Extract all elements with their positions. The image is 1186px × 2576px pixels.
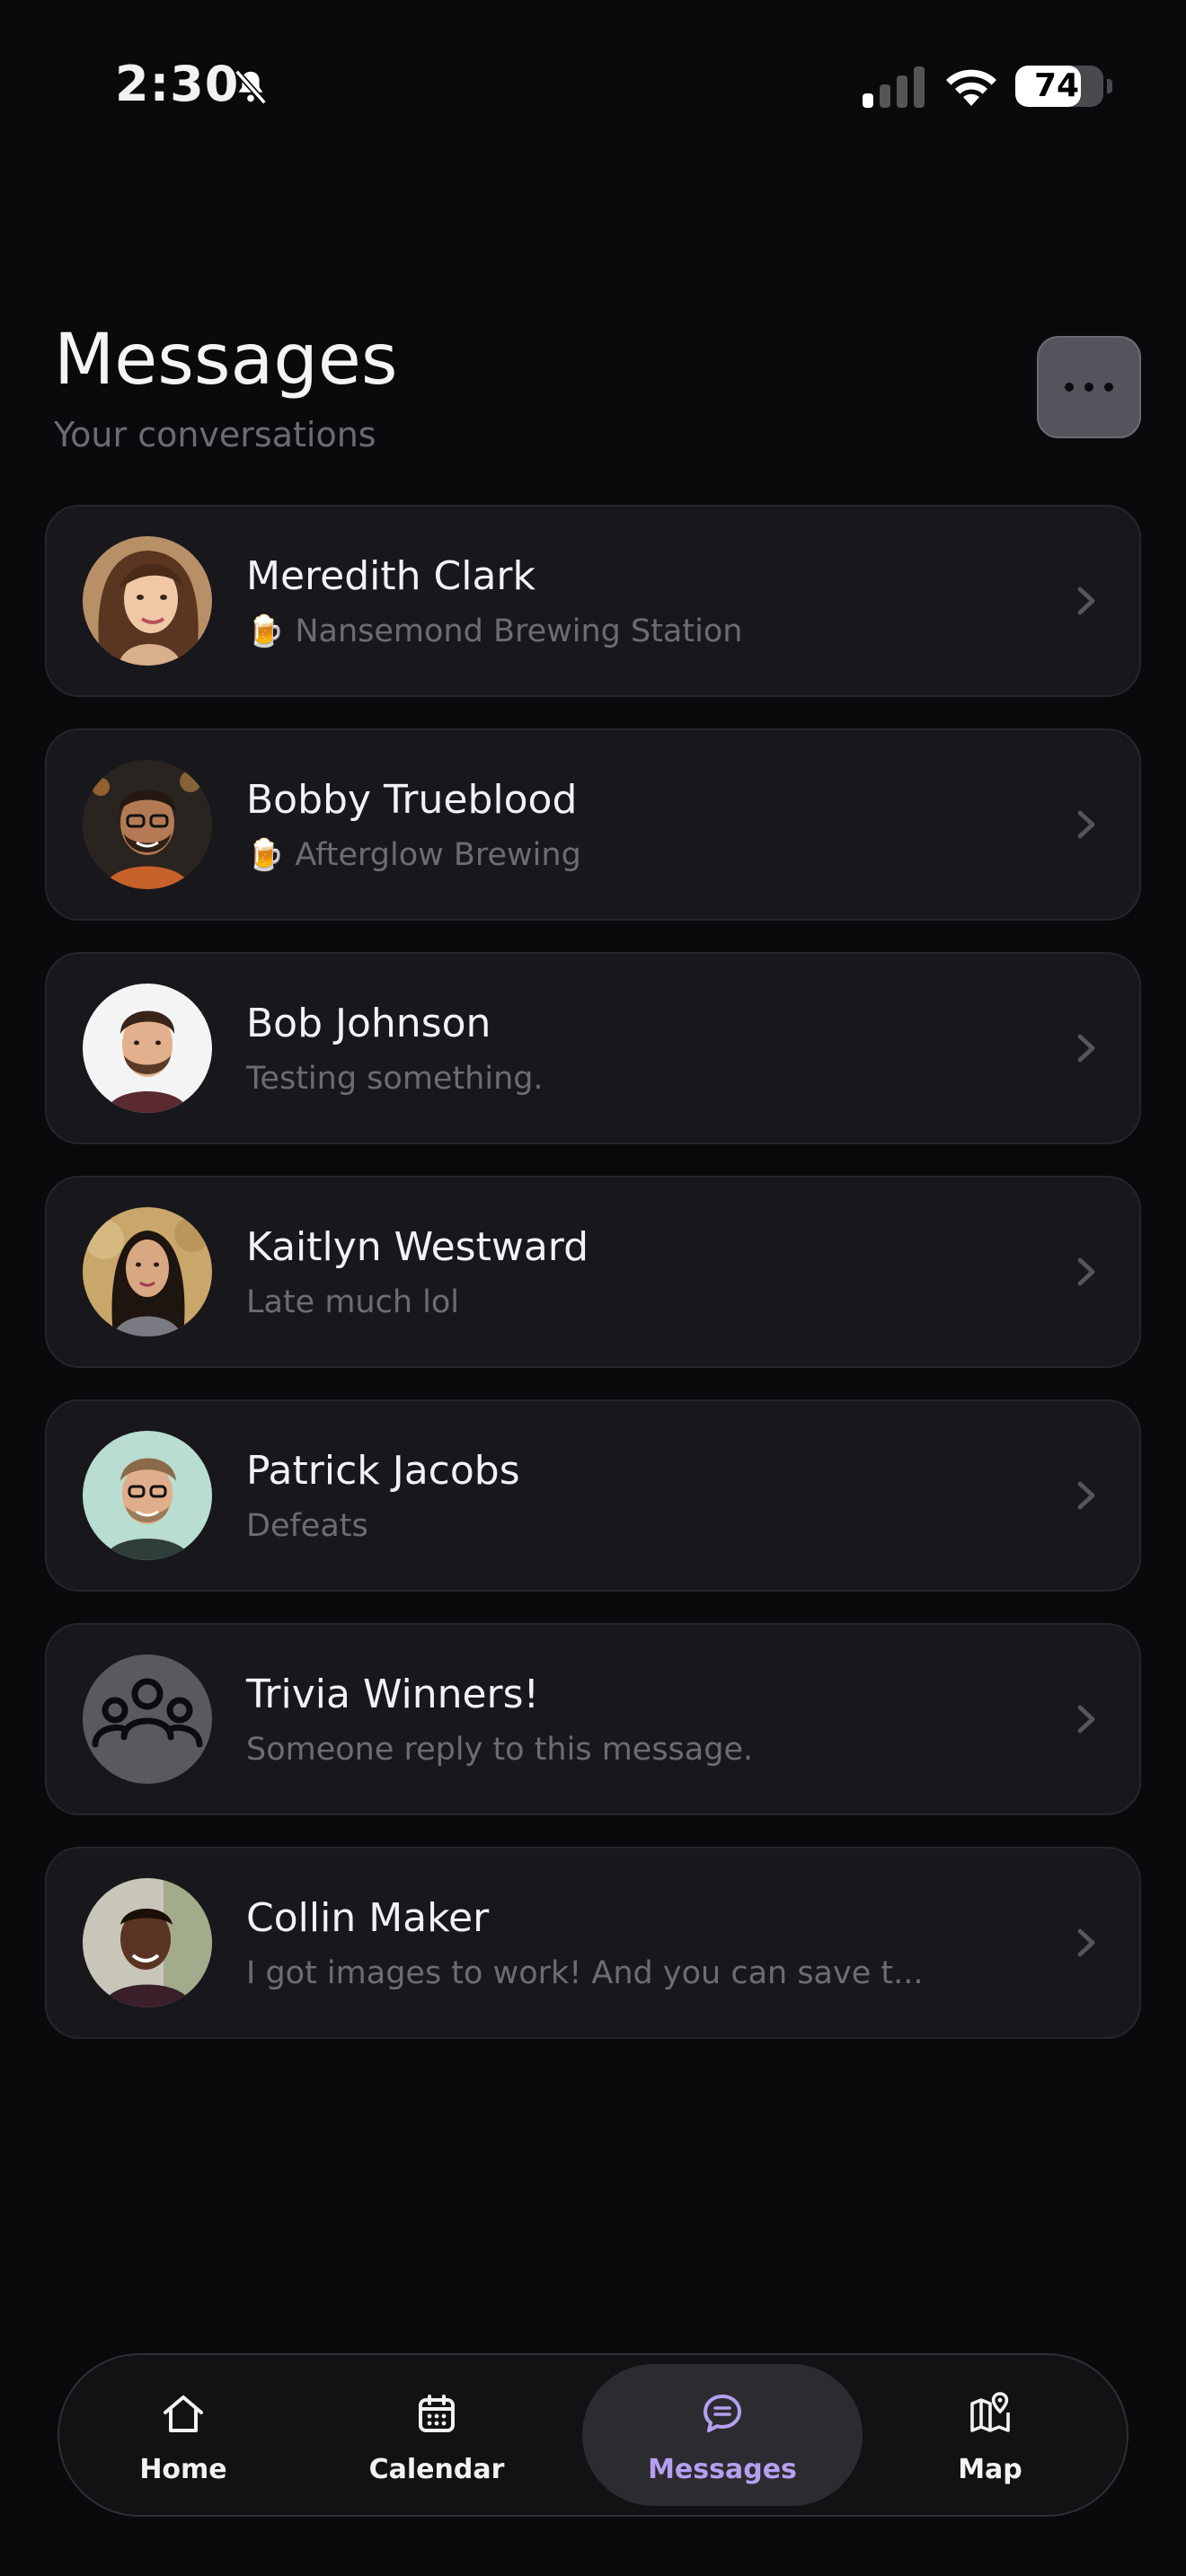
status-bar: 2:30 74 (0, 0, 1186, 171)
contact-name: Bobby Trueblood (246, 777, 578, 823)
avatar (83, 984, 212, 1113)
conversation-row[interactable]: Kaitlyn Westward Late much lol (45, 1176, 1141, 1368)
more-dot-icon (1065, 383, 1074, 392)
tab-map[interactable]: Map (884, 2355, 1096, 2515)
contact-name: Collin Maker (246, 1895, 490, 1941)
tab-label: Map (958, 2454, 1022, 2485)
beer-mug-icon: 🍺 (246, 613, 285, 649)
message-preview: 🍺 Afterglow Brewing (246, 837, 581, 873)
message-preview: I got images to work! And you can save t… (246, 1955, 924, 1991)
avatar (83, 1207, 212, 1337)
tab-label: Home (139, 2454, 227, 2485)
avatar (83, 1431, 212, 1560)
message-preview: 🍺 Nansemond Brewing Station (246, 613, 742, 649)
conversation-row[interactable]: Bob Johnson Testing something. (45, 952, 1141, 1144)
message-preview: Testing something. (246, 1061, 544, 1097)
contact-name: Meredith Clark (246, 553, 535, 599)
group-name: Trivia Winners! (246, 1672, 540, 1717)
message-preview: Defeats (246, 1508, 368, 1544)
conversation-list: Meredith Clark 🍺 Nansemond Brewing Statio… (45, 505, 1141, 2070)
contact-name: Patrick Jacobs (246, 1448, 520, 1494)
chevron-right-icon (1077, 1257, 1095, 1286)
contact-name: Bob Johnson (246, 1001, 491, 1046)
chevron-right-icon (1077, 810, 1095, 839)
cell-signal-icon (863, 66, 925, 108)
contact-name: Kaitlyn Westward (246, 1224, 589, 1270)
chat-bubble-icon (704, 2395, 741, 2432)
tab-bar: Home Calendar Messages Map (58, 2353, 1128, 2517)
conversation-row[interactable]: Patrick Jacobs Defeats (45, 1399, 1141, 1592)
page-subtitle: Your conversations (54, 415, 376, 454)
battery-indicator: 74 (1015, 66, 1103, 107)
conversation-row[interactable]: Bobby Trueblood 🍺 Afterglow Brewing (45, 728, 1141, 921)
tab-label: Messages (648, 2454, 797, 2485)
battery-nub (1107, 79, 1112, 93)
avatar (83, 536, 212, 666)
message-preview: Late much lol (246, 1284, 460, 1320)
tab-home[interactable]: Home (77, 2355, 289, 2515)
tab-label: Calendar (368, 2454, 505, 2485)
chevron-right-icon (1077, 1705, 1095, 1734)
conversation-row[interactable]: Trivia Winners! Someone reply to this me… (45, 1623, 1141, 1815)
tab-calendar[interactable]: Calendar (331, 2355, 543, 2515)
status-time: 2:30 (115, 56, 240, 112)
preview-text: Afterglow Brewing (295, 837, 581, 873)
wifi-icon (946, 69, 996, 106)
tab-messages[interactable]: Messages (582, 2355, 863, 2515)
more-dot-icon (1104, 383, 1113, 392)
group-avatar (83, 1654, 212, 1784)
more-options-button[interactable] (1037, 336, 1141, 438)
chevron-right-icon (1077, 587, 1095, 615)
calendar-icon (419, 2395, 455, 2432)
preview-text: Nansemond Brewing Station (295, 613, 743, 649)
avatar (83, 1878, 212, 2007)
battery-level: 74 (1033, 67, 1080, 104)
map-pin-icon (970, 2392, 1010, 2432)
chevron-right-icon (1077, 1034, 1095, 1063)
home-icon (164, 2395, 203, 2432)
chevron-right-icon (1077, 1928, 1095, 1957)
conversation-row[interactable]: Collin Maker I got images to work! And y… (45, 1847, 1141, 2039)
chevron-right-icon (1077, 1481, 1095, 1510)
message-preview: Someone reply to this message. (246, 1732, 754, 1768)
conversation-row[interactable]: Meredith Clark 🍺 Nansemond Brewing Statio… (45, 505, 1141, 697)
silent-bell-icon (235, 69, 267, 105)
avatar (83, 760, 212, 889)
beer-mug-icon: 🍺 (246, 837, 285, 873)
page-title: Messages (54, 320, 398, 401)
more-dot-icon (1084, 383, 1093, 392)
group-people-icon (83, 1654, 212, 1784)
